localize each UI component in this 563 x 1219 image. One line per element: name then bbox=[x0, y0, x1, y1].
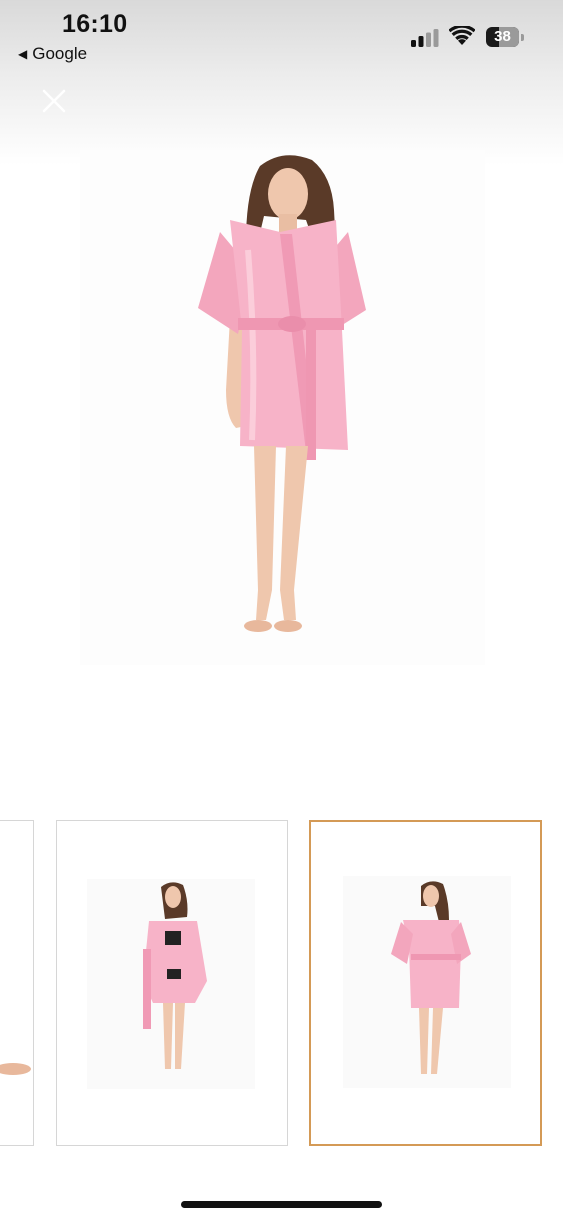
status-time: 16:10 bbox=[62, 10, 128, 38]
main-product-image[interactable] bbox=[80, 150, 485, 665]
close-button[interactable] bbox=[38, 85, 70, 117]
thumbnail-2[interactable] bbox=[56, 820, 288, 1146]
home-indicator[interactable] bbox=[181, 1201, 382, 1208]
battery-cap bbox=[521, 34, 524, 41]
cellular-signal-icon bbox=[411, 29, 439, 47]
thumbnail-1[interactable] bbox=[0, 820, 34, 1146]
thumbnail-3-selected[interactable] bbox=[309, 820, 542, 1146]
close-icon bbox=[42, 89, 66, 113]
model-open-robe-figure bbox=[143, 882, 207, 1069]
model-feet-thumbnail-figure bbox=[0, 1063, 31, 1075]
back-arrow-icon: ◀ bbox=[18, 47, 28, 61]
model-pink-robe-front-thumbnail-figure bbox=[391, 881, 471, 1074]
battery-level: 38 bbox=[494, 28, 511, 45]
battery-icon: 38 bbox=[486, 27, 519, 47]
back-to-google-link[interactable]: ◀ Google bbox=[18, 44, 87, 64]
model-pink-robe-front-figure bbox=[198, 155, 366, 632]
wifi-icon bbox=[449, 26, 475, 45]
back-link-label: Google bbox=[32, 44, 88, 63]
